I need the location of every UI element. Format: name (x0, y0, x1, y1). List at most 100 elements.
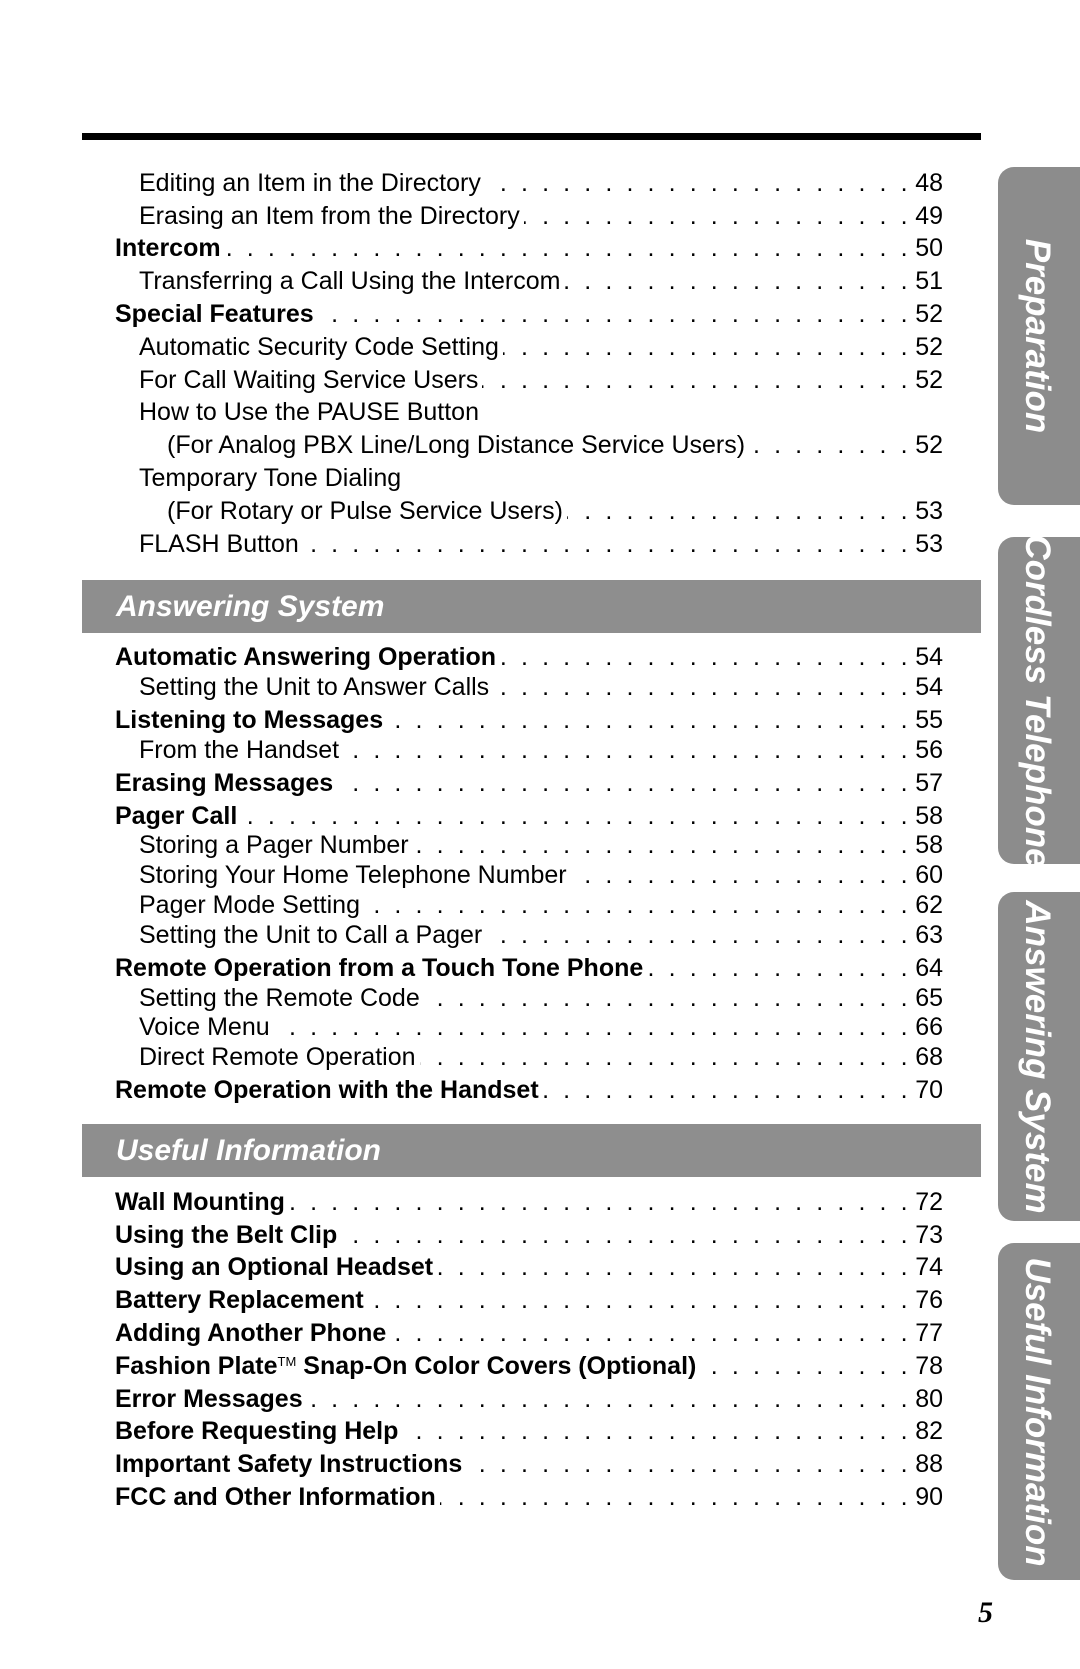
toc-entry[interactable]: Using an Optional Headset 74 (115, 1252, 943, 1285)
toc-entry-page: 56 (915, 735, 943, 764)
toc-entry[interactable]: Remote Operation from a Touch Tone Phone… (115, 950, 943, 983)
dot-leader (390, 1319, 911, 1348)
toc-entry[interactable]: Before Requesting Help 82 (115, 1416, 943, 1449)
toc-entry[interactable]: (For Rotary or Pulse Service Users) 53 (115, 495, 943, 528)
toc-entry-page: 52 (915, 300, 943, 329)
toc-entry-page: 60 (915, 861, 943, 890)
toc-entry[interactable]: Erasing Messages 57 (115, 765, 943, 798)
toc-entry-title: Listening to Messages (115, 705, 384, 734)
toc-entry-title: Wall Mounting (115, 1187, 285, 1216)
toc-entry-page: 54 (915, 672, 943, 701)
dot-leader (440, 1483, 911, 1512)
tab-label: Answering System (1018, 899, 1057, 1214)
dot-leader (700, 1352, 911, 1381)
toc-entry-title: FLASH Button (139, 529, 299, 558)
toc-entry-title: Fashion PlateTM Snap-On Color Covers (Op… (115, 1351, 697, 1380)
toc-entry-title: Erasing an Item from the Directory (139, 201, 520, 230)
toc-entry-title: Using an Optional Headset (115, 1253, 434, 1282)
dot-leader (420, 1043, 912, 1072)
toc-entry-title: Setting the Unit to Call a Pager (139, 920, 483, 949)
toc-entry-title: Setting the Remote Code (139, 983, 420, 1012)
toc-entry[interactable]: (For Analog PBX Line/Long Distance Servi… (115, 429, 943, 462)
toc-entry[interactable]: Erasing an Item from the Directory 49 (115, 200, 943, 233)
tab-label: Cordless Telephone (1018, 533, 1057, 868)
toc-entry-title: Special Features (115, 300, 314, 329)
tab-cordless-telephone[interactable]: Cordless Telephone (998, 533, 1080, 868)
toc-entry[interactable]: Adding Another Phone 77 (115, 1317, 943, 1350)
toc-entry[interactable]: Voice Menu 66 (115, 1013, 943, 1043)
dot-leader (364, 891, 911, 920)
dot-leader (318, 300, 911, 329)
toc-entry-page: 70 (915, 1076, 943, 1105)
toc-entry-title: From the Handset (139, 735, 340, 764)
toc-entry[interactable]: FLASH Button 53 (115, 528, 943, 561)
toc-entry-page: 82 (915, 1417, 943, 1446)
dot-leader (387, 706, 911, 735)
top-rule (82, 133, 981, 140)
toc-entry-page: 78 (915, 1351, 943, 1380)
toc-entry[interactable]: Editing an Item in the Directory 48 (115, 167, 943, 200)
toc-entry[interactable]: Temporary Tone Dialing (115, 462, 943, 495)
toc-entry[interactable]: Error Messages 80 (115, 1383, 943, 1416)
tab-label: Useful Information (1018, 1256, 1057, 1567)
toc-entry-page: 58 (915, 831, 943, 860)
toc-entry[interactable]: Storing a Pager Number 58 (115, 831, 943, 861)
toc-entry[interactable]: Listening to Messages 55 (115, 702, 943, 735)
toc-entry[interactable]: For Call Waiting Service Users 52 (115, 364, 943, 397)
toc-entry[interactable]: Wall Mounting 72 (115, 1186, 943, 1219)
toc-entry[interactable]: Pager Call 58 (115, 798, 943, 831)
toc-entry-title: (For Rotary or Pulse Service Users) (167, 496, 563, 525)
dot-leader (368, 1286, 911, 1315)
tab-preparation[interactable]: Preparation (998, 167, 1080, 505)
dot-leader (274, 1013, 912, 1042)
tab-useful-information[interactable]: Useful Information (998, 1243, 1080, 1580)
toc-entry[interactable]: Using the Belt Clip 73 (115, 1219, 943, 1252)
section-header-useful-information: Useful Information (82, 1124, 981, 1177)
toc-entry-page: 54 (915, 643, 943, 672)
toc-entry-page: 88 (915, 1450, 943, 1479)
dot-leader (424, 984, 911, 1013)
tab-answering-system[interactable]: Answering System (998, 892, 1080, 1221)
toc-section-useful-information: Wall Mounting72Using the Belt Clip73Usin… (115, 1186, 943, 1514)
dot-leader (482, 366, 911, 395)
toc-entry-title: For Call Waiting Service Users (139, 365, 479, 394)
toc-entry-page: 80 (915, 1384, 943, 1413)
toc-entry-title: Battery Replacement (115, 1286, 364, 1315)
toc-entry[interactable]: Fashion PlateTM Snap-On Color Covers (Op… (115, 1350, 943, 1383)
toc-entry[interactable]: Important Safety Instructions 88 (115, 1448, 943, 1481)
toc-entry[interactable]: How to Use the PAUSE Button (115, 397, 943, 430)
dot-leader (343, 736, 911, 765)
toc-entry[interactable]: Automatic Answering Operation 54 (115, 640, 943, 673)
toc-entry-page: 74 (915, 1253, 943, 1282)
dot-leader (337, 769, 911, 798)
toc-entry[interactable]: Battery Replacement 76 (115, 1284, 943, 1317)
dot-leader (466, 1450, 911, 1479)
toc-entry-page: 68 (915, 1043, 943, 1072)
toc-entry[interactable]: Special Features 52 (115, 298, 943, 331)
toc-entry-page: 73 (915, 1220, 943, 1249)
toc-entry-title: Before Requesting Help (115, 1417, 399, 1446)
toc-entry[interactable]: Remote Operation with the Handset 70 (115, 1073, 943, 1106)
toc-entry[interactable]: Transferring a Call Using the Intercom 51 (115, 265, 943, 298)
toc-entry[interactable]: Setting the Unit to Call a Pager 63 (115, 920, 943, 950)
toc-entry[interactable]: From the Handset 56 (115, 735, 943, 765)
toc-entry-page: 62 (915, 891, 943, 920)
toc-entry-title: Transferring a Call Using the Intercom (139, 267, 561, 296)
toc-entry-title: Erasing Messages (115, 768, 334, 797)
toc-entry[interactable]: Intercom 50 (115, 233, 943, 266)
toc-entry[interactable]: Automatic Security Code Setting 52 (115, 331, 943, 364)
toc-entry[interactable]: Storing Your Home Telephone Number 60 (115, 861, 943, 891)
toc-entry-title: Voice Menu (139, 1013, 270, 1042)
toc-entry[interactable]: FCC and Other Information 90 (115, 1481, 943, 1514)
toc-entry-title: Storing a Pager Number (139, 831, 409, 860)
toc-entry[interactable]: Pager Mode Setting 62 (115, 891, 943, 921)
toc-entry[interactable]: Setting the Remote Code 65 (115, 983, 943, 1013)
toc-entry-page: 76 (915, 1286, 943, 1315)
dot-leader (486, 921, 911, 950)
toc-entry-page: 90 (915, 1483, 943, 1512)
toc-entry[interactable]: Direct Remote Operation 68 (115, 1043, 943, 1073)
toc-entry-title: Editing an Item in the Directory (139, 168, 481, 197)
toc-entry-title: Using the Belt Clip (115, 1220, 338, 1249)
toc-entry-page: 65 (915, 983, 943, 1012)
toc-entry[interactable]: Setting the Unit to Answer Calls 54 (115, 672, 943, 702)
